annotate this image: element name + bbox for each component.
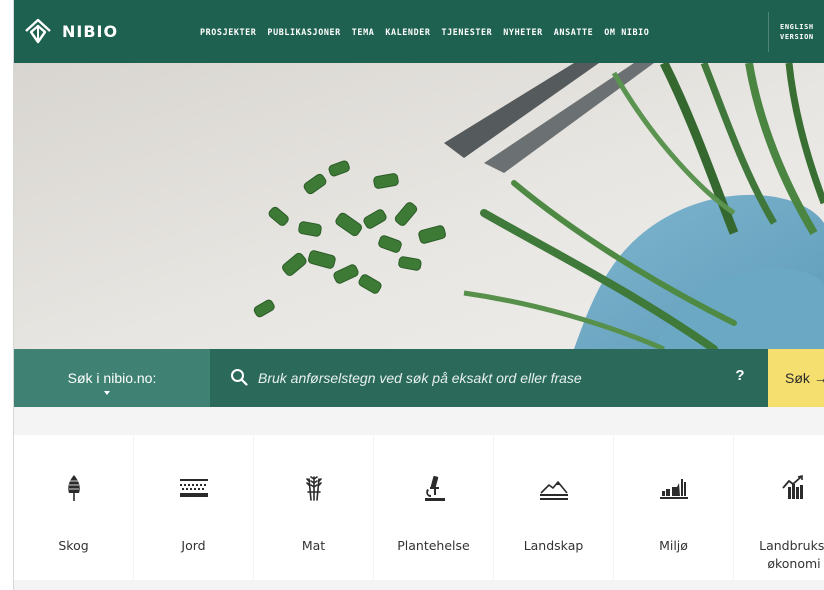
- nibio-logo[interactable]: NIBIO: [24, 18, 118, 44]
- economy-chart-icon: [782, 474, 803, 499]
- section-gap: [14, 407, 824, 435]
- topic-label-landbruksokonomi-line2: økonomi: [767, 556, 821, 571]
- nav-kalender[interactable]: KALENDER: [385, 27, 430, 37]
- topic-label-plantehelse: Plantehelse: [397, 538, 470, 553]
- topic-label-skog: Skog: [58, 538, 89, 553]
- page: NIBIO PROSJEKTER PUBLIKASJONER TEMA KALE…: [14, 0, 824, 590]
- nav-tjenester[interactable]: TJENESTER: [442, 27, 493, 37]
- caret-down-icon: [104, 391, 110, 395]
- topic-label-landbruksokonomi-line1: Landbruks-: [759, 538, 824, 553]
- topic-tile-miljo[interactable]: Miljø: [614, 435, 733, 580]
- topic-label-jord: Jord: [181, 538, 206, 553]
- topic-tile-jord[interactable]: Jord: [134, 435, 253, 580]
- english-version-link[interactable]: ENGLISH VERSION: [780, 22, 814, 42]
- page-left-margin: [0, 0, 14, 590]
- nav-om-nibio[interactable]: OM NIBIO: [604, 27, 649, 37]
- search-input[interactable]: [258, 363, 718, 393]
- landscape-icon: [539, 481, 568, 500]
- hero-image: [14, 63, 824, 349]
- nav-nyheter[interactable]: NYHETER: [503, 27, 543, 37]
- environment-icon: [659, 479, 688, 499]
- topic-tiles: Skog Jord Mat Plantehelse Landskap Miljø…: [14, 435, 824, 580]
- topic-tile-skog[interactable]: Skog: [14, 435, 133, 580]
- nav-publikasjoner[interactable]: PUBLIKASJONER: [267, 27, 340, 37]
- search-scope-label: Søk i nibio.no:: [67, 370, 157, 386]
- wheat-icon: [305, 476, 322, 501]
- topic-tile-landbruksokonomi[interactable]: Landbruks- økonomi: [734, 435, 824, 580]
- search-submit-button[interactable]: Søk →: [768, 349, 824, 407]
- tree-icon: [67, 475, 80, 501]
- search-submit-label: Søk →: [785, 370, 824, 386]
- english-version-line2: VERSION: [780, 33, 814, 41]
- nav-prosjekter[interactable]: PROSJEKTER: [200, 27, 256, 37]
- topic-tile-landskap[interactable]: Landskap: [494, 435, 613, 580]
- topic-label-landbruksokonomi: Landbruks- økonomi: [734, 537, 824, 573]
- search-bar: Søk i nibio.no: ? Søk →: [14, 349, 824, 407]
- nav-divider: [768, 12, 769, 52]
- main-nav: PROSJEKTER PUBLIKASJONER TEMA KALENDER T…: [200, 0, 660, 63]
- search-icon: [231, 369, 248, 386]
- english-version-line1: ENGLISH: [780, 23, 814, 31]
- topic-label-miljo: Miljø: [659, 538, 688, 553]
- nav-ansatte[interactable]: ANSATTE: [554, 27, 594, 37]
- topic-label-mat: Mat: [301, 538, 326, 553]
- search-scope-dropdown[interactable]: Søk i nibio.no:: [14, 349, 210, 407]
- bottom-strip: [14, 580, 824, 590]
- logo-wordmark: NIBIO: [62, 21, 119, 41]
- hero-photo-chives: [14, 63, 824, 349]
- topic-tile-plantehelse[interactable]: Plantehelse: [374, 435, 493, 580]
- topic-tile-mat[interactable]: Mat: [254, 435, 373, 580]
- search-help-button[interactable]: ?: [730, 367, 750, 387]
- search-field: ?: [210, 349, 768, 407]
- microscope-icon: [424, 475, 445, 501]
- topic-label-landskap: Landskap: [523, 538, 584, 553]
- nibio-logo-icon: [25, 18, 51, 44]
- soil-layers-icon: [179, 479, 208, 497]
- site-header: NIBIO PROSJEKTER PUBLIKASJONER TEMA KALE…: [14, 0, 824, 63]
- nav-tema[interactable]: TEMA: [352, 27, 375, 37]
